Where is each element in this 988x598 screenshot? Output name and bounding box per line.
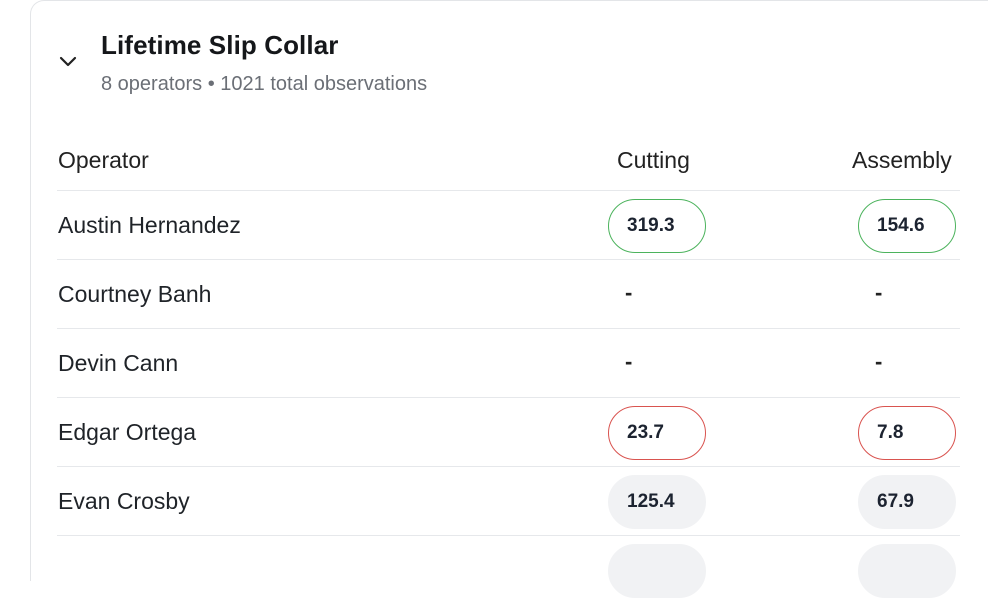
table-row[interactable]: Austin Hernandez 319.3 154.6 — [57, 191, 960, 260]
cutting-value: 319.3 — [608, 199, 706, 253]
column-header-cutting: Cutting — [617, 147, 690, 173]
table-row[interactable] — [57, 536, 960, 598]
assembly-value: 7.8 — [858, 406, 956, 460]
operator-name: Courtney Banh — [58, 281, 212, 307]
cutting-value — [608, 544, 706, 598]
table-row[interactable]: Devin Cann - - — [57, 329, 960, 398]
column-header-operator: Operator — [58, 147, 149, 173]
operator-name: Evan Crosby — [58, 488, 190, 514]
assembly-value: 154.6 — [858, 199, 956, 253]
cutting-value: 125.4 — [608, 475, 706, 529]
cutting-value: - — [625, 349, 633, 374]
table-header: Operator Cutting Assembly — [57, 132, 960, 191]
chevron-down-icon — [59, 56, 77, 67]
operator-name: Edgar Ortega — [58, 419, 197, 445]
cutting-value: 23.7 — [608, 406, 706, 460]
operator-table: Operator Cutting Assembly Austin Hernand… — [57, 132, 960, 598]
table-row[interactable]: Evan Crosby 125.4 67.9 — [57, 467, 960, 536]
operator-name: Austin Hernandez — [58, 212, 241, 238]
assembly-value: - — [875, 349, 883, 374]
cutting-value: - — [625, 280, 633, 305]
table-row[interactable]: Courtney Banh - - — [57, 260, 960, 329]
assembly-value — [858, 544, 956, 598]
operator-name: Devin Cann — [58, 350, 179, 376]
section-title: Lifetime Slip Collar — [101, 30, 339, 60]
assembly-value: 67.9 — [858, 475, 956, 529]
table-row[interactable]: Edgar Ortega 23.7 7.8 — [57, 398, 960, 467]
collapse-toggle[interactable] — [58, 52, 78, 72]
assembly-value: - — [875, 280, 883, 305]
column-header-assembly: Assembly — [852, 147, 952, 173]
section-subtitle: 8 operators • 1021 total observations — [101, 73, 428, 95]
